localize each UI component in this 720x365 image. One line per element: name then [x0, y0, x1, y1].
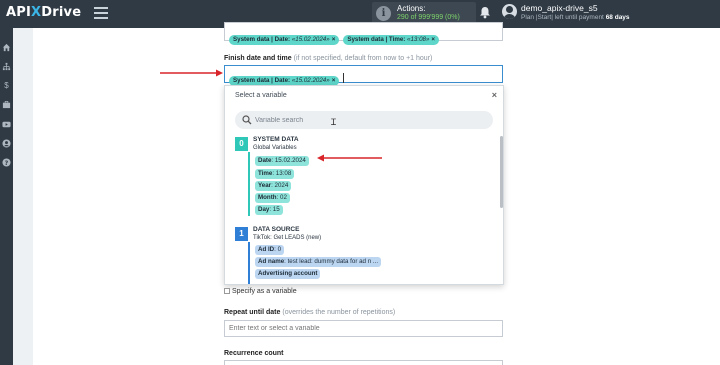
var-key: Ad ID	[258, 246, 275, 253]
var-value: : 0	[274, 246, 282, 253]
variable-item-ad-id[interactable]: Ad ID: 0	[255, 245, 285, 255]
var-value: : 2024	[271, 182, 289, 189]
variable-dropdown: Select a variable × Ɪ 0 SYSTEM DATA Glob…	[224, 85, 504, 285]
repeat-until-hint: (overrides the number of repetitions)	[282, 309, 396, 316]
annotation-arrow	[160, 69, 223, 77]
group-bar	[248, 242, 250, 284]
repeat-until-label-text: Repeat until date	[224, 309, 281, 316]
briefcase-icon[interactable]	[2, 100, 11, 109]
finish-date-hint: (if not specified, default from now to +…	[293, 55, 433, 62]
sitemap-icon[interactable]	[2, 62, 11, 71]
chip-remove-icon[interactable]: ×	[332, 36, 336, 43]
dollar-icon[interactable]: $	[2, 81, 11, 90]
specify-variable-checkbox[interactable]: Specify as a variable	[224, 288, 297, 295]
variable-item-month[interactable]: Month: 02	[255, 193, 290, 203]
actions-count: 290 of 999'999 (0%)	[397, 14, 460, 21]
variable-search-input[interactable]	[255, 113, 455, 127]
var-key: Ad name	[258, 258, 285, 265]
finish-date-label: Finish date and time (if not specified, …	[224, 55, 432, 62]
dropdown-scrollbar[interactable]	[500, 136, 503, 208]
var-key: Month	[258, 194, 277, 201]
video-icon[interactable]	[2, 120, 11, 129]
actions-label: Actions:	[397, 4, 426, 13]
variable-item-time[interactable]: Time: 13:08	[255, 169, 295, 179]
variable-item-date[interactable]: Date: 15.02.2024	[255, 156, 309, 166]
specify-variable-label: Specify as a variable	[232, 288, 297, 295]
group-subtitle: TikTok: Get LEADS (new)	[253, 235, 322, 241]
group-title: DATA SOURCE	[253, 226, 300, 233]
variable-chip[interactable]: System data | Time: «13:08» ×	[343, 35, 440, 45]
variable-chip[interactable]: System data | Date: «15.02.2024» ×	[229, 35, 340, 45]
start-date-field[interactable]: System data | Date: «15.02.2024» × System …	[224, 22, 503, 45]
repeat-until-label: Repeat until date (overrides the number …	[224, 309, 395, 316]
chip-value: «13:08»	[407, 36, 430, 43]
group-title: SYSTEM DATA	[253, 136, 299, 143]
user-avatar-icon[interactable]	[502, 4, 517, 19]
finish-date-label-text: Finish date and time	[224, 55, 292, 62]
dropdown-title: Select a variable	[235, 92, 287, 99]
variable-search-box: Ɪ	[235, 111, 493, 129]
group-number-badge: 0	[235, 137, 248, 151]
annotation-arrow	[317, 154, 382, 162]
plan-prefix: Plan |Start| left until payment	[521, 14, 604, 21]
plan-days: 68 days	[605, 14, 630, 21]
chip-prefix: System data | Date:	[233, 36, 292, 43]
text-caret	[343, 72, 345, 83]
recurrence-count-label: Recurrence count	[224, 350, 284, 357]
profile-icon[interactable]	[2, 139, 11, 148]
recurrence-count-input[interactable]	[224, 360, 503, 365]
recurrence-count-label-text: Recurrence count	[224, 350, 284, 357]
search-icon	[242, 115, 252, 125]
variable-item-advertising-account[interactable]: Advertising account	[255, 269, 321, 279]
help-icon[interactable]: ?	[2, 158, 11, 167]
svg-text:?: ?	[5, 160, 9, 167]
repeat-until-input[interactable]	[224, 320, 503, 337]
logo-drive-text: Drive	[41, 5, 82, 20]
var-key: Year	[258, 182, 272, 189]
chip-remove-icon[interactable]: ×	[332, 77, 336, 84]
logo-x-text: X	[31, 5, 42, 20]
chip-value: «15.02.2024»	[291, 77, 330, 84]
var-value: : test lead: dummy data for ad n ...	[284, 258, 379, 265]
sidebar: $ ?	[0, 28, 13, 365]
menu-toggle-icon[interactable]	[94, 7, 108, 19]
plan-info: Plan |Start| left until payment 68 days	[521, 14, 630, 21]
chip-prefix: System data | Time:	[347, 36, 408, 43]
var-key: Date	[258, 157, 272, 164]
close-icon[interactable]: ×	[492, 90, 497, 100]
var-value: : 15.02.2024	[271, 157, 306, 164]
finish-date-field[interactable]: System data | Date: «15.02.2024» ×	[224, 65, 503, 86]
var-key: Advertising account	[258, 270, 318, 277]
checkbox-icon[interactable]	[224, 288, 230, 295]
variable-item-ad-name[interactable]: Ad name: test lead: dummy data for ad n …	[255, 257, 382, 267]
mouse-text-cursor: Ɪ	[331, 117, 337, 127]
username[interactable]: demo_apix-drive_s5	[521, 3, 598, 13]
chip-prefix: System data | Date:	[233, 77, 292, 84]
var-key: Day	[258, 206, 270, 213]
bell-icon[interactable]	[479, 6, 491, 19]
chip-remove-icon[interactable]: ×	[431, 36, 435, 43]
variable-item-year[interactable]: Year: 2024	[255, 181, 292, 191]
var-value: : 13:08	[272, 170, 292, 177]
var-value: : 02	[276, 194, 287, 201]
var-key: Time	[258, 170, 273, 177]
apix-drive-logo[interactable]: APIXDrive	[6, 5, 81, 20]
var-value: : 15	[269, 206, 280, 213]
chip-value: «15.02.2024»	[291, 36, 330, 43]
group-bar	[248, 152, 250, 216]
logo-api-text: API	[6, 5, 32, 20]
variable-item-day[interactable]: Day: 15	[255, 205, 283, 215]
home-icon[interactable]	[2, 43, 11, 52]
info-icon: i	[376, 6, 391, 21]
group-number-badge: 1	[235, 227, 248, 241]
group-subtitle: Global Variables	[253, 145, 297, 151]
